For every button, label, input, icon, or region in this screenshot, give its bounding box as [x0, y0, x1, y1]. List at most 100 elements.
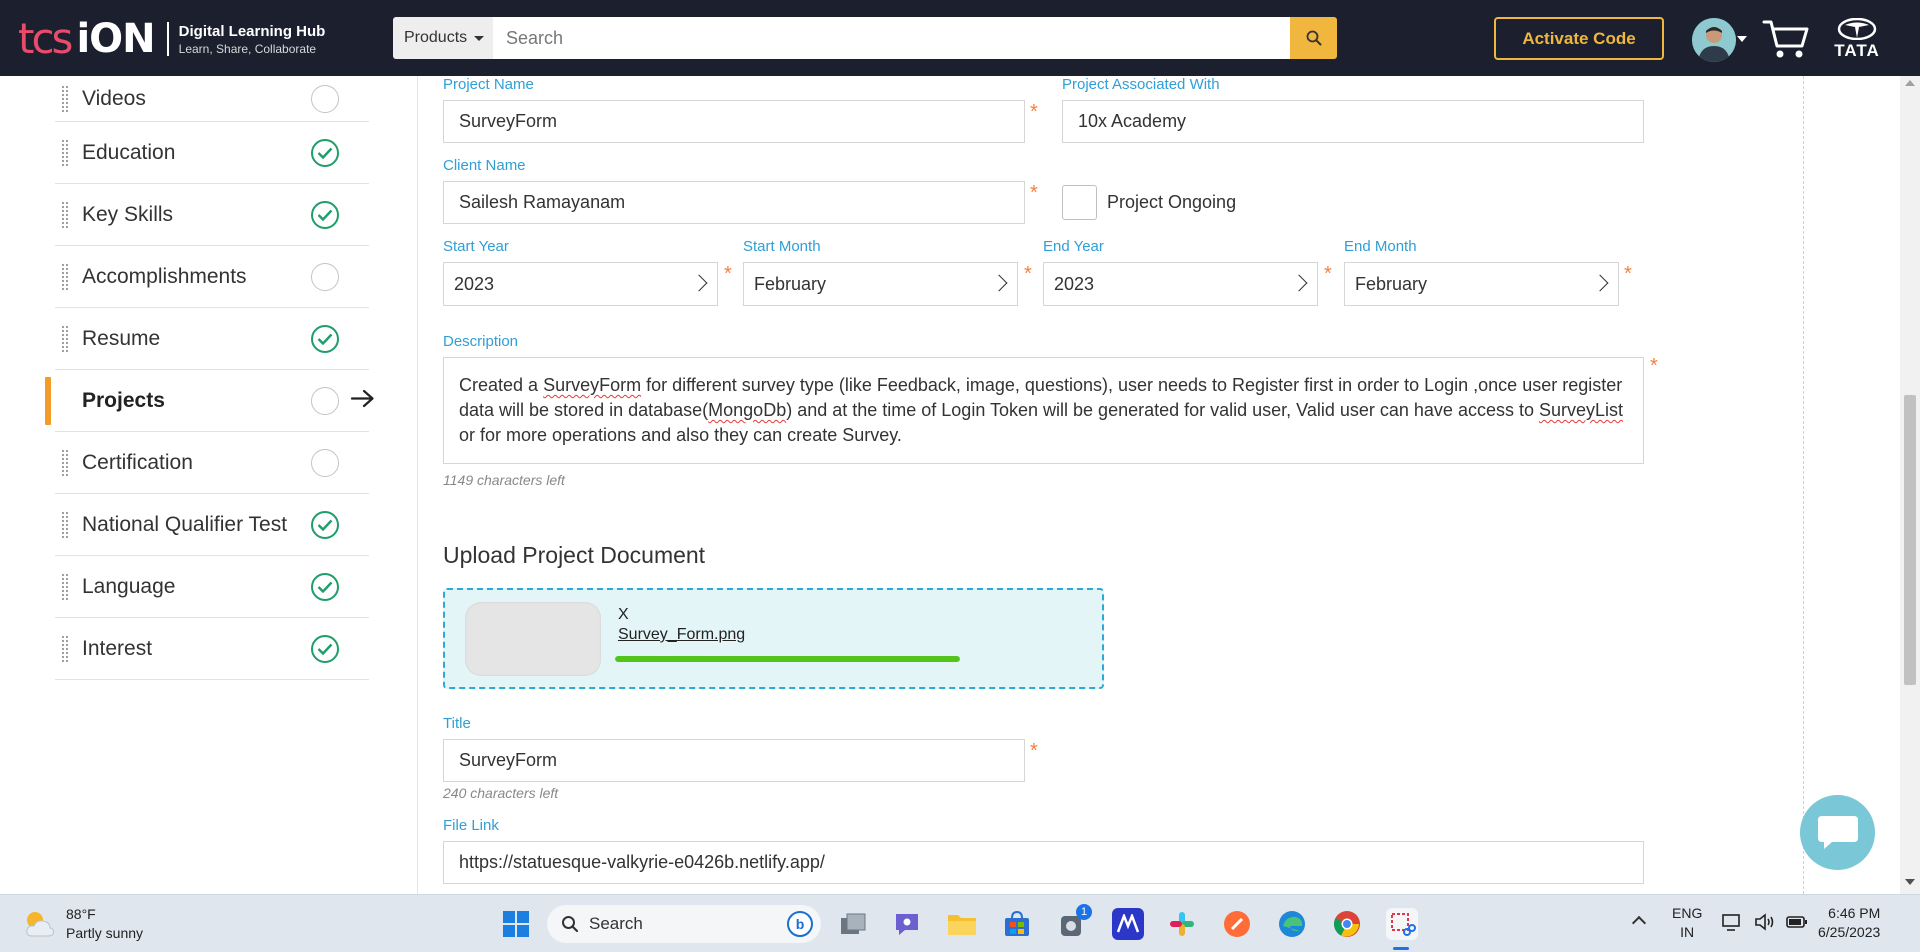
weather-widget[interactable]: 88°F Partly sunny [22, 905, 143, 943]
spellcheck-word: SurveyForm [543, 375, 642, 395]
title-input[interactable]: SurveyForm [443, 739, 1025, 782]
remove-file-button[interactable]: X [618, 606, 629, 624]
drag-handle-icon[interactable] [61, 324, 69, 353]
client-name-input[interactable]: Sailesh Ramayanam [443, 181, 1025, 224]
chrome-browser-button[interactable] [1331, 908, 1363, 940]
drag-handle-icon[interactable] [61, 572, 69, 601]
sidebar-item-national-qualifier-test[interactable]: National Qualifier Test [55, 494, 369, 556]
end-year-label: End Year [1043, 238, 1104, 255]
drag-handle-icon[interactable] [61, 138, 69, 167]
scrollbar-thumb[interactable] [1904, 395, 1916, 685]
taskbar-search[interactable]: Search b [547, 905, 821, 943]
cart-icon [1762, 20, 1809, 58]
description-textarea[interactable]: Created a SurveyForm for different surve… [443, 357, 1644, 464]
snipping-tool-button[interactable] [1386, 908, 1418, 940]
microsoft-store-button[interactable] [1001, 908, 1033, 940]
app-m-button[interactable] [1112, 908, 1144, 940]
project-ongoing-label: Project Ongoing [1107, 192, 1237, 212]
notification-badge: 1 [1076, 904, 1092, 920]
chrome-icon [1334, 911, 1360, 937]
required-marker: * [1650, 355, 1658, 377]
drag-handle-icon[interactable] [61, 510, 69, 539]
task-view-button[interactable] [837, 908, 869, 940]
scroll-down-arrow-icon[interactable] [1905, 879, 1915, 885]
windows-taskbar: 88°F Partly sunny Search b 1 ENG IN 6:46… [0, 894, 1920, 952]
sidebar-item-interest[interactable]: Interest [55, 618, 369, 680]
system-tray[interactable] [1722, 912, 1808, 932]
logo-ion-text: iON [76, 16, 155, 62]
folder-icon [948, 915, 976, 935]
sidebar-item-accomplishments[interactable]: Accomplishments [55, 246, 369, 308]
sidebar-item-projects[interactable]: Projects [45, 370, 374, 432]
avatar-image-icon [1692, 18, 1736, 62]
active-app-indicator [1393, 947, 1409, 950]
spellcheck-word: MongoDb [708, 400, 787, 420]
file-thumbnail [465, 602, 601, 676]
logo-separator [166, 22, 169, 56]
bing-icon[interactable]: b [787, 911, 813, 937]
start-year-select[interactable]: 2023 [443, 262, 718, 306]
completed-check-icon [311, 200, 339, 229]
sidebar-item-language[interactable]: Language [55, 556, 369, 618]
user-avatar[interactable] [1692, 18, 1736, 62]
file-explorer-button[interactable] [946, 908, 978, 940]
app-with-notification-button[interactable]: 1 [1056, 904, 1092, 940]
file-link-input[interactable]: https://statuesque-valkyrie-e0426b.netli… [443, 841, 1644, 884]
start-month-select[interactable]: February [743, 262, 1018, 306]
clock-date: 6/25/2023 [1818, 924, 1881, 940]
project-name-input[interactable]: SurveyForm [443, 100, 1025, 143]
drag-handle-icon[interactable] [61, 634, 69, 663]
drag-handle-icon[interactable] [61, 200, 69, 229]
drag-handle-icon[interactable] [61, 262, 69, 291]
sidebar-item-label: Language [82, 574, 176, 598]
postman-button[interactable] [1221, 908, 1253, 940]
description-text: ) and at the time of Login Token will be… [786, 400, 1539, 420]
upload-section-title: Upload Project Document [443, 542, 706, 568]
end-month-select[interactable]: February [1344, 262, 1619, 306]
sidebar-item-education[interactable]: Education [55, 122, 369, 184]
sidebar-item-key-skills[interactable]: Key Skills [55, 184, 369, 246]
avatar-caret-down-icon[interactable] [1737, 36, 1747, 42]
description-text: Created a [459, 375, 544, 395]
edge-browser-button[interactable] [1276, 908, 1308, 940]
clock[interactable]: 6:46 PM 6/25/2023 [1818, 904, 1880, 942]
tata-logo[interactable]: TATA [1832, 18, 1882, 61]
show-hidden-icons-chevron-icon[interactable] [1631, 915, 1647, 931]
incomplete-circle-icon [311, 386, 339, 415]
chat-support-button[interactable] [1800, 795, 1875, 870]
caret-down-icon [474, 35, 485, 41]
weather-condition: Partly sunny [66, 925, 144, 941]
products-dropdown[interactable]: Products [393, 17, 493, 59]
drag-handle-icon[interactable] [61, 448, 69, 477]
end-month-label: End Month [1344, 238, 1417, 255]
search-icon [1306, 30, 1321, 46]
end-year-select[interactable]: 2023 [1043, 262, 1318, 306]
windows-start-button[interactable] [500, 908, 532, 940]
chevron-right-icon [1591, 274, 1609, 292]
search-input[interactable] [493, 17, 1290, 59]
teams-chat-button[interactable] [891, 908, 923, 940]
postman-icon [1224, 911, 1250, 937]
scroll-up-arrow-icon[interactable] [1905, 80, 1915, 86]
tcs-ion-logo[interactable]: tcs iON Digital Learning Hub Learn, Shar… [18, 18, 325, 60]
project-associated-input[interactable]: 10x Academy [1062, 100, 1644, 143]
language-indicator[interactable]: ENG IN [1672, 904, 1702, 942]
upload-dropzone[interactable]: X Survey_Form.png [443, 588, 1104, 689]
search-button[interactable] [1290, 17, 1337, 59]
tata-wordmark: TATA [1834, 41, 1880, 60]
project-ongoing-checkbox[interactable] [1062, 185, 1097, 220]
cart-button[interactable] [1762, 18, 1810, 65]
drag-handle-icon[interactable] [61, 84, 69, 113]
language-code: ENG [1672, 905, 1703, 921]
sidebar-item-resume[interactable]: Resume [55, 308, 369, 370]
uploaded-file-link[interactable]: Survey_Form.png [618, 626, 745, 644]
incomplete-circle-icon [311, 448, 339, 477]
slack-button[interactable] [1166, 908, 1198, 940]
activate-code-button[interactable]: Activate Code [1494, 17, 1664, 60]
sidebar-item-videos[interactable]: Videos [55, 76, 369, 122]
description-text: or for more operations and also they can… [459, 425, 902, 445]
sidebar-item-label: Interest [82, 636, 153, 660]
sidebar-item-certification[interactable]: Certification [55, 432, 369, 494]
start-month-value: February [754, 273, 827, 294]
active-section-indicator [45, 376, 51, 425]
